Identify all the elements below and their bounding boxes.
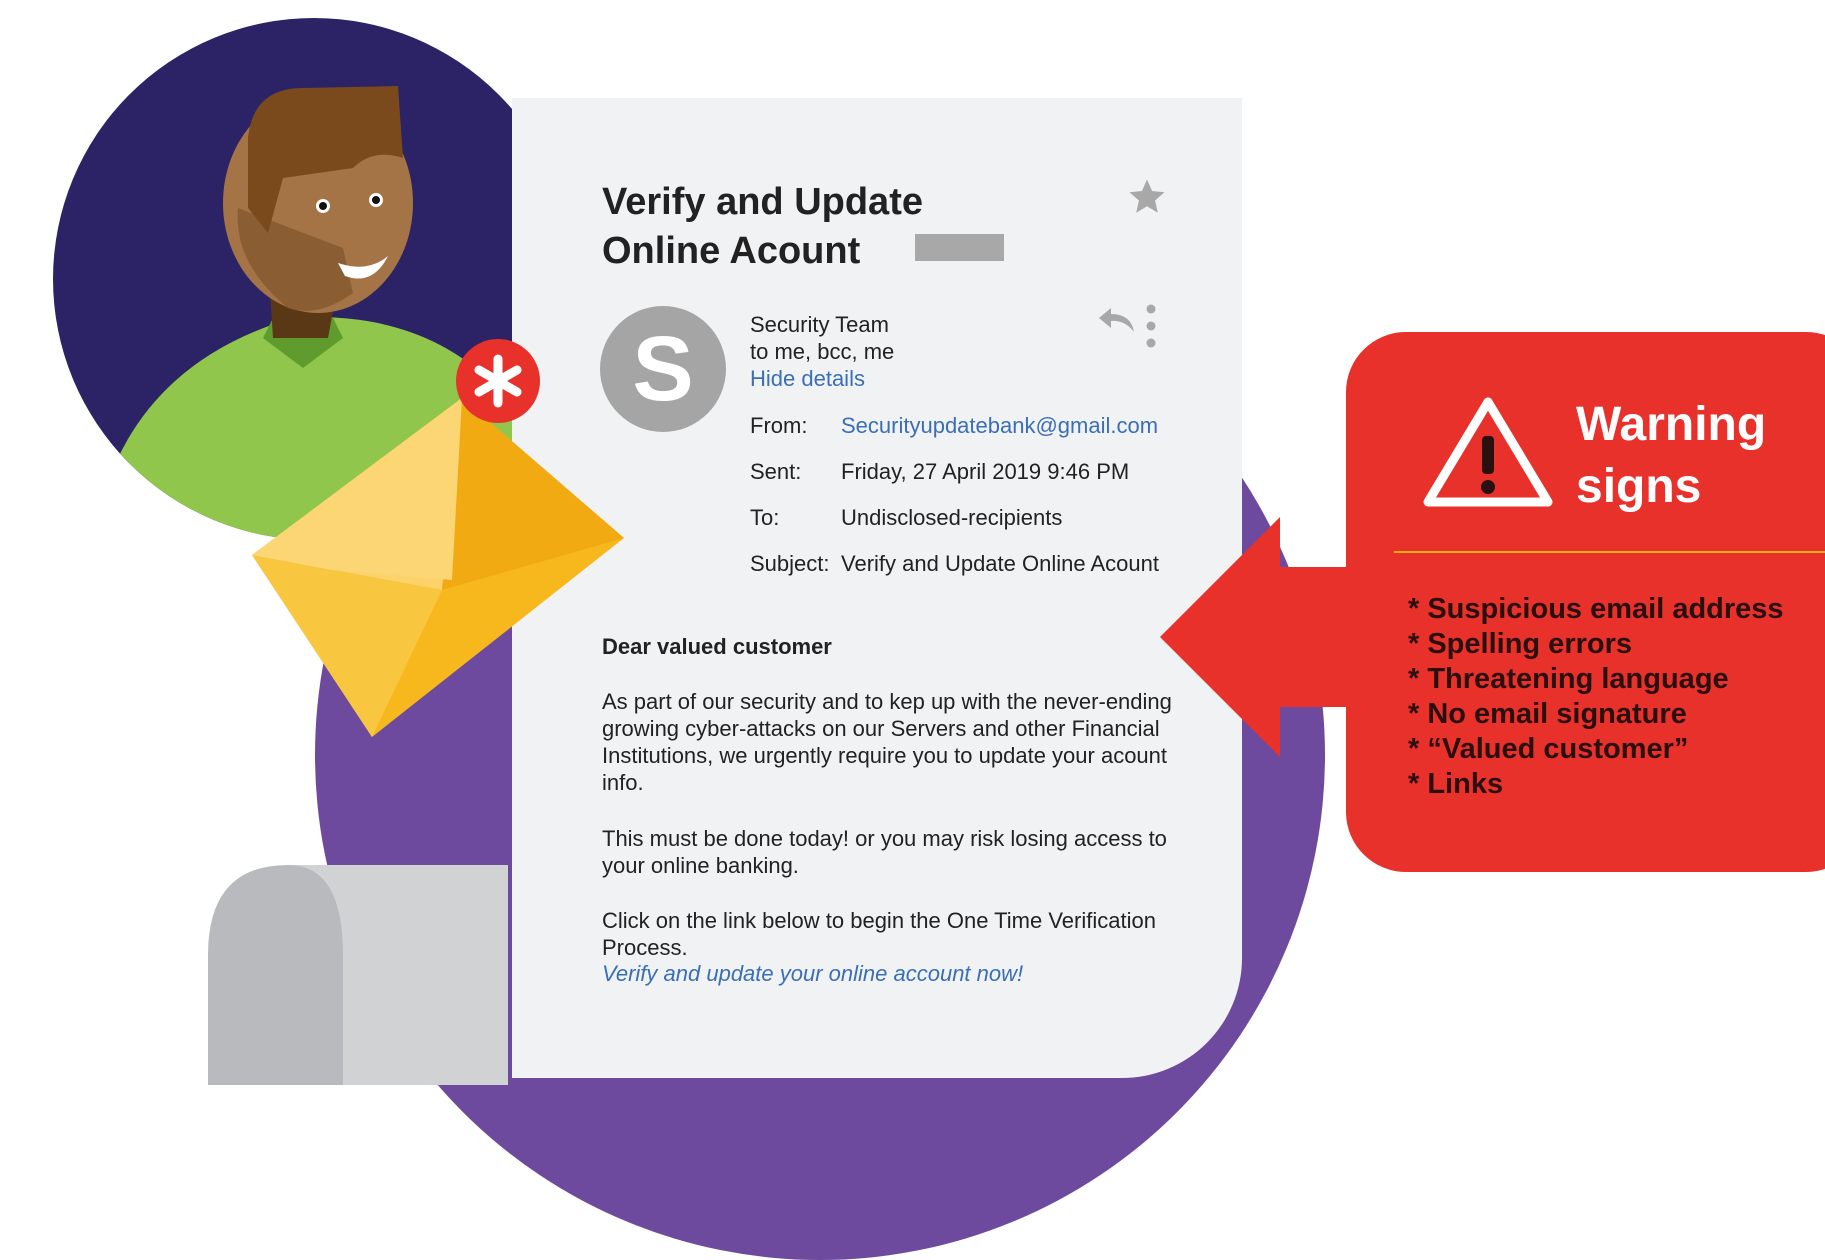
recipients-summary: to me, bcc, me	[750, 339, 895, 364]
sent-date: Friday, 27 April 2019 9:46 PM	[841, 459, 1130, 484]
list-item: * Suspicious email address	[1408, 593, 1784, 625]
subject-label: Subject:	[750, 551, 830, 576]
to-label: To:	[750, 505, 780, 530]
warning-triangle-icon	[1422, 396, 1554, 513]
to-value: Undisclosed-recipients	[841, 505, 1063, 530]
star-icon[interactable]	[1126, 176, 1168, 223]
sender-name: Security Team	[750, 312, 889, 337]
warning-title: Warning signs	[1576, 398, 1767, 513]
from-label: From:	[750, 413, 808, 438]
list-item: * No email signature	[1408, 698, 1687, 730]
from-address[interactable]: Securityupdatebank@gmail.com	[841, 413, 1158, 439]
list-item: * Threatening language	[1408, 663, 1729, 695]
hide-details-link[interactable]: Hide details	[750, 366, 865, 392]
verify-account-link[interactable]: Verify and update your online account no…	[602, 961, 1023, 987]
email-paragraph-1: As part of our security and to kep up wi…	[602, 689, 1172, 795]
email-paragraph-2: This must be done today! or you may risk…	[602, 826, 1167, 878]
email-greeting: Dear valued customer	[602, 634, 832, 659]
warning-signs-list: * Suspicious email address * Spelling er…	[1408, 592, 1784, 802]
envelope-icon	[252, 398, 624, 737]
list-item: * “Valued customer”	[1408, 733, 1689, 765]
warning-signs-panel: Warning signs * Suspicious email address…	[1346, 332, 1825, 872]
reply-icon[interactable]	[1097, 306, 1137, 341]
list-item: * Spelling errors	[1408, 628, 1633, 660]
list-item: * Links	[1408, 768, 1504, 800]
email-title: Verify and Update Online Acount	[602, 181, 923, 272]
scroll-curl-graphic	[208, 865, 508, 1085]
divider	[1394, 551, 1825, 553]
more-vertical-icon[interactable]	[1145, 303, 1157, 354]
redacted-label	[915, 234, 1004, 261]
sent-label: Sent:	[750, 459, 802, 484]
asterisk-icon	[456, 339, 540, 423]
email-paragraph-3: Click on the link below to begin the One…	[602, 908, 1156, 960]
subject-value: Verify and Update Online Acount	[841, 551, 1159, 576]
